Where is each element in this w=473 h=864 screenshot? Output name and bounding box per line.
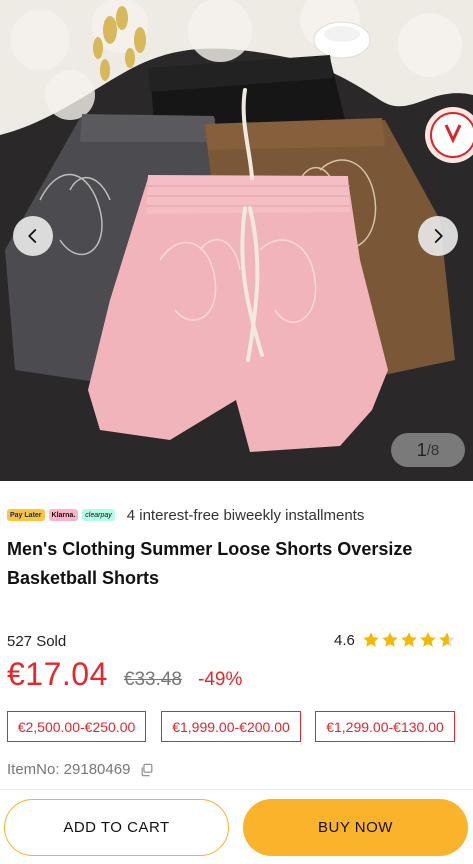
klarna-badge: Klarna.: [48, 509, 79, 521]
gallery-prev-button[interactable]: [13, 216, 53, 256]
star-icon: [382, 632, 398, 647]
bottom-bar-divider: [0, 789, 473, 790]
coupon-list: €2,500.00-€250.00 €1,999.00-€200.00 €1,2…: [7, 711, 455, 742]
image-counter: 1 / 8: [391, 433, 465, 467]
coupon-button[interactable]: €1,999.00-€200.00: [161, 711, 301, 742]
chevron-right-icon: [434, 229, 443, 243]
buy-now-button[interactable]: BUY NOW: [243, 799, 468, 856]
image-counter-current: 1: [416, 439, 427, 460]
product-rating[interactable]: 4.6: [334, 631, 457, 649]
star-icon: [363, 632, 379, 647]
star-icon: [420, 632, 436, 647]
product-photo: [0, 0, 473, 481]
price-row: €17.04 €33.48 -49%: [7, 656, 242, 693]
coupon-button[interactable]: €1,299.00-€130.00: [315, 711, 455, 742]
original-price: €33.48: [123, 669, 182, 690]
gallery-next-button[interactable]: [418, 216, 458, 256]
coupon-button[interactable]: €2,500.00-€250.00: [7, 711, 146, 742]
rating-stars: [362, 631, 457, 649]
product-image-gallery[interactable]: 1 / 8: [0, 0, 473, 481]
add-to-cart-button[interactable]: ADD TO CART: [4, 799, 229, 856]
sold-count: 527 Sold: [7, 633, 67, 650]
discount-percent: -49%: [198, 669, 243, 690]
current-price: €17.04: [7, 656, 108, 692]
item-number: ItemNo: 29180469: [7, 761, 154, 778]
installments-text: 4 interest-free biweekly installments: [126, 506, 365, 524]
item-number-text: ItemNo: 29180469: [7, 761, 131, 778]
paypal-paylater-badge: Pay Later: [7, 509, 45, 521]
chevron-left-icon: [28, 229, 37, 243]
image-counter-total: 8: [430, 441, 440, 459]
payment-options[interactable]: Pay Later Klarna. clearpay 4 interest-fr…: [7, 505, 364, 525]
clearpay-badge: clearpay: [82, 509, 115, 521]
star-icon: [439, 632, 455, 647]
rating-value: 4.6: [334, 631, 355, 649]
copy-icon[interactable]: [140, 763, 154, 777]
star-icon: [401, 632, 417, 647]
product-title: Men's Clothing Summer Loose Shorts Overs…: [7, 539, 413, 588]
